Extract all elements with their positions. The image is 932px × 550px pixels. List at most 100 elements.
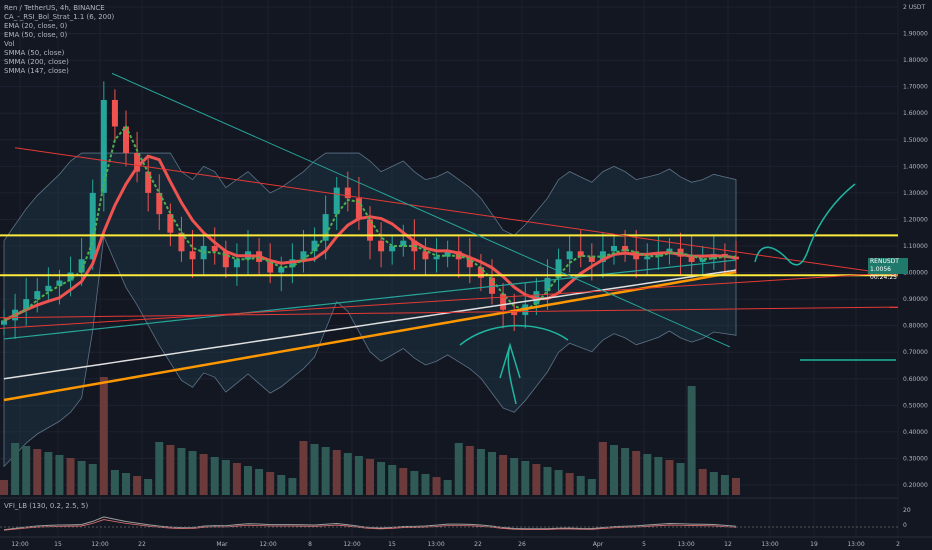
- y-tick-label: 1.20000: [903, 216, 928, 223]
- y-tick-label: 1.90000: [903, 31, 928, 38]
- candle-body: [500, 293, 507, 310]
- y-tick-label: 0.40000: [903, 429, 928, 436]
- volume-bar: [144, 479, 153, 495]
- volume-bar: [343, 453, 352, 495]
- y-tick-label: 1.80000: [903, 57, 928, 64]
- volume-bar: [133, 476, 142, 495]
- x-tick-label: 19: [810, 541, 818, 548]
- x-tick-label: 22: [474, 541, 482, 548]
- volume-bar: [310, 444, 319, 495]
- volume-bar: [255, 469, 264, 495]
- x-tick-label: 12:00: [91, 541, 108, 548]
- x-tick-label: 13:00: [427, 541, 444, 548]
- y-tick-label: 0.60000: [903, 376, 928, 383]
- volume-bar: [288, 478, 297, 495]
- volume-bar: [399, 468, 408, 495]
- volume-bar: [465, 446, 474, 495]
- x-tick-label: 12:00: [259, 541, 276, 548]
- volume-bar: [210, 457, 219, 495]
- volume-bar: [299, 441, 308, 495]
- legend-indicator[interactable]: Vol: [4, 40, 114, 49]
- volume-bar: [11, 443, 20, 495]
- y-tick-label: 1.40000: [903, 163, 928, 170]
- volume-bar: [532, 464, 541, 495]
- volume-bar: [199, 454, 208, 495]
- volume-bar: [277, 475, 286, 495]
- volume-bar: [66, 458, 75, 495]
- volume-bar: [510, 458, 519, 495]
- volume-bar: [321, 447, 330, 495]
- volume-bar: [687, 386, 696, 495]
- volume-bar: [377, 462, 386, 495]
- legend-indicator[interactable]: EMA (50, close, 0): [4, 31, 114, 40]
- volume-bar: [354, 456, 363, 495]
- volume-bar: [77, 461, 86, 495]
- y-tick-label: 0.50000: [903, 402, 928, 409]
- x-tick-label: 12: [724, 541, 732, 548]
- x-tick-label: 15: [54, 541, 62, 548]
- price-badge-time: 00:24:25: [870, 274, 897, 281]
- volume-bar: [421, 474, 430, 495]
- y-tick-label: 0.80000: [903, 323, 928, 330]
- volume-bar: [665, 460, 674, 495]
- vfi-tick-label: 20: [903, 507, 911, 514]
- volume-bar: [0, 480, 8, 495]
- vfi-label[interactable]: VFI_LB (130, 0.2, 2.5, 5): [4, 502, 88, 510]
- volume-bar: [587, 479, 596, 495]
- volume-bar: [388, 465, 397, 495]
- volume-bar: [33, 449, 42, 495]
- volume-bar: [709, 472, 718, 495]
- volume-bar: [221, 460, 230, 495]
- y-tick-label: 2 USDT: [903, 4, 926, 11]
- candle-body: [211, 246, 218, 252]
- volume-bar: [720, 475, 729, 495]
- x-tick-label: 13:00: [847, 541, 864, 548]
- x-tick-label: 2: [896, 541, 900, 548]
- volume-bar: [643, 454, 652, 495]
- volume-bar: [499, 455, 508, 495]
- volume-bar: [443, 480, 452, 495]
- volume-bar: [332, 450, 341, 495]
- legend-indicator[interactable]: CA_-_RSI_Bol_Strat_1.1 (6, 200): [4, 13, 114, 22]
- legend-indicator[interactable]: SMMA (147, close): [4, 67, 114, 76]
- volume-bar: [99, 377, 108, 495]
- candle-body: [477, 267, 484, 278]
- volume-bar: [55, 455, 64, 495]
- x-tick-label: 13:00: [677, 541, 694, 548]
- legend-indicator[interactable]: SMMA (200, close): [4, 58, 114, 67]
- price-chart[interactable]: 2 USDT 1.90000 1.80000 1.70000 1.60000 1.5000…: [0, 0, 932, 550]
- price-badge-symbol: RENUSDT: [870, 258, 899, 265]
- volume-bar: [732, 478, 740, 495]
- volume-bar: [565, 473, 574, 495]
- volume-bar: [155, 442, 164, 495]
- volume-bar: [122, 473, 130, 495]
- volume-bar: [188, 451, 197, 495]
- y-tick-label: 0.30000: [903, 455, 928, 462]
- candle-body: [189, 251, 196, 260]
- legend-indicator[interactable]: SMMA (50, close): [4, 49, 114, 58]
- volume-bar: [266, 472, 275, 495]
- x-tick-label: 12:00: [343, 541, 360, 548]
- x-tick-label: Mar: [216, 541, 228, 548]
- x-tick-label: 13:00: [761, 541, 778, 548]
- legend-title[interactable]: Ren / TetherUS, 4h, BINANCE: [4, 4, 114, 13]
- candle-body: [67, 272, 74, 281]
- volume-bar: [432, 477, 441, 495]
- candle-body: [145, 171, 152, 193]
- y-tick-label: 0.90000: [903, 296, 928, 303]
- legend-indicator[interactable]: EMA (20, close, 0): [4, 22, 114, 31]
- x-tick-label: 15: [388, 541, 396, 548]
- candle-body: [111, 99, 118, 127]
- volume-bar: [454, 443, 463, 495]
- vfi-tick-label: 0: [903, 522, 907, 529]
- legend: Ren / TetherUS, 4h, BINANCE CA_-_RSI_Bol…: [4, 4, 114, 76]
- x-tick-label: 26: [518, 541, 526, 548]
- volume-bar: [22, 446, 31, 495]
- volume-bar: [676, 463, 685, 495]
- volume-bar: [610, 445, 618, 495]
- candle-body: [233, 259, 240, 268]
- candle-body: [344, 187, 351, 199]
- candle-body: [378, 240, 385, 252]
- volume-bar: [621, 448, 630, 495]
- volume-bar: [232, 463, 241, 495]
